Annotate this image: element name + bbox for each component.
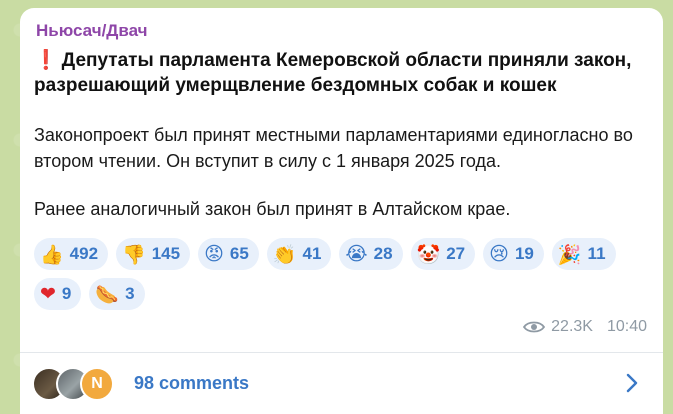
reaction-count: 65 xyxy=(229,244,249,263)
chevron-right-icon xyxy=(626,373,638,393)
exclamation-icon: ❗ xyxy=(34,50,58,71)
reaction-count: 11 xyxy=(587,244,606,263)
avatar: N xyxy=(80,366,114,401)
hot-dog-icon: 🌭 xyxy=(95,283,120,306)
reaction-crying[interactable]: 😭 28 xyxy=(339,238,403,270)
clown-face-icon: 🤡 xyxy=(416,243,441,266)
message-headline: ❗ Депутаты парламента Кемеровской области… xyxy=(34,48,649,98)
reaction-count: 19 xyxy=(514,244,534,263)
message-paragraph-1: Законопроект был принят местными парламе… xyxy=(34,125,633,171)
reaction-heart[interactable]: ❤ 9 xyxy=(34,278,82,310)
headline-text: Депутаты парламента Кемеровской области … xyxy=(34,50,632,96)
reaction-count: 27 xyxy=(446,244,466,263)
reaction-count: 28 xyxy=(373,244,393,263)
reaction-thumbs-down[interactable]: 👎 145 xyxy=(116,238,191,270)
reaction-hot-dog[interactable]: 🌭 3 xyxy=(89,278,145,310)
reaction-count: 3 xyxy=(125,284,135,303)
crying-face-icon: 😭 xyxy=(345,243,368,265)
reaction-count: 9 xyxy=(61,284,72,303)
message-time: 10:40 xyxy=(606,318,647,335)
message-bubble: Ньюсач/Двач ❗ Депутаты парламента Кемеров… xyxy=(20,8,663,414)
reactions-bar: 👍 492 👎 145 😡 65 👏 41 😭 28 🤡 27 😢 19 🎉 11 ❤ 9 🌭 3 xyxy=(34,238,654,310)
reaction-count: 492 xyxy=(69,244,99,263)
comments-button[interactable]: N 98 comments xyxy=(20,353,663,414)
party-popper-icon: 🎉 xyxy=(557,243,582,266)
message-paragraph-2: Ранее аналогичный закон был принят в Алт… xyxy=(34,199,511,219)
reaction-party[interactable]: 🎉 11 xyxy=(551,238,616,270)
sad-tear-face-icon: 😢 xyxy=(489,243,509,265)
reaction-angry[interactable]: 😡 65 xyxy=(198,238,259,270)
reaction-thumbs-up[interactable]: 👍 492 xyxy=(34,238,109,270)
eye-icon xyxy=(523,321,546,333)
clapping-hands-icon: 👏 xyxy=(272,243,297,266)
thumbs-up-icon: 👍 xyxy=(40,243,64,266)
reaction-clap[interactable]: 👏 41 xyxy=(266,238,332,270)
red-heart-icon: ❤ xyxy=(40,283,56,305)
message-meta: 22.3K 10:40 xyxy=(523,318,647,336)
channel-name[interactable]: Ньюсач/Двач xyxy=(36,20,649,42)
reaction-clown[interactable]: 🤡 27 xyxy=(410,238,476,270)
commenter-avatars: N xyxy=(32,366,114,401)
reaction-sad-tear[interactable]: 😢 19 xyxy=(483,238,544,270)
views-count: 22.3K xyxy=(551,318,593,335)
reaction-count: 41 xyxy=(302,244,322,263)
reaction-count: 145 xyxy=(151,244,181,263)
comments-label: 98 comments xyxy=(134,373,250,393)
thumbs-down-icon: 👎 xyxy=(122,243,146,266)
angry-face-icon: 😡 xyxy=(204,243,224,265)
